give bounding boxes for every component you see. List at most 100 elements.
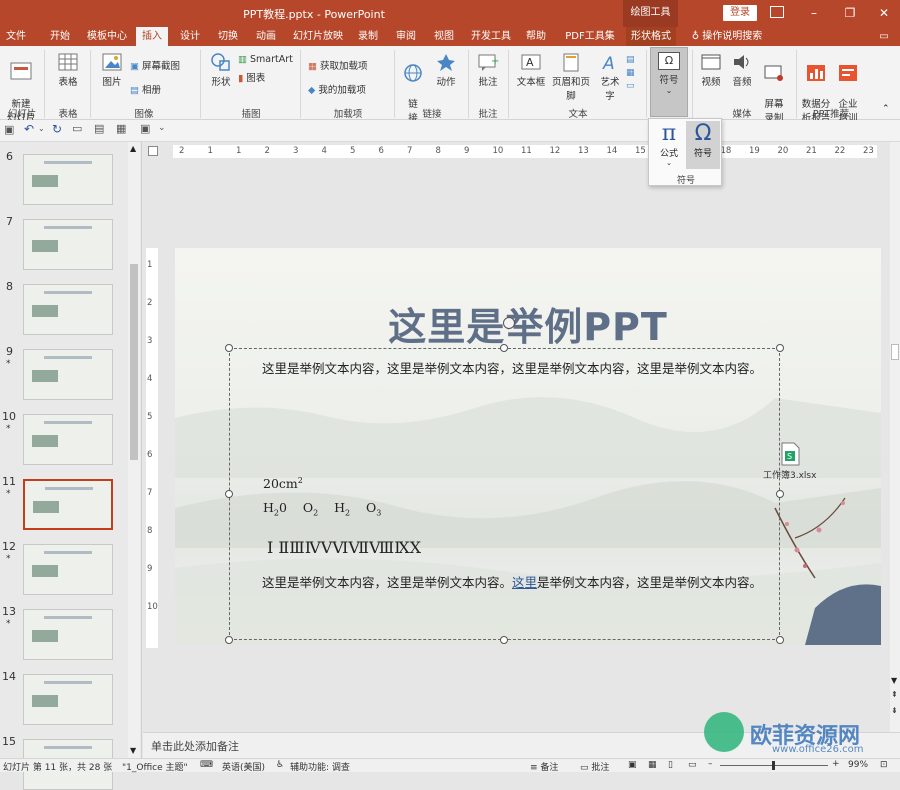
roman-numerals[interactable]: Ⅰ ⅡⅢⅣⅤⅥⅦⅧⅨⅩ xyxy=(267,538,421,557)
action-button[interactable]: 动作 xyxy=(430,52,462,88)
ribbon-display-options-icon[interactable] xyxy=(770,6,784,18)
slide-thumbnail[interactable] xyxy=(23,544,113,595)
zoom-slider-thumb[interactable] xyxy=(772,761,775,770)
login-button[interactable]: 登录 xyxy=(723,5,757,21)
body-paragraph-2[interactable]: 这里是举例文本内容，这里是举例文本内容。这里是举例文本内容，这里是举例文本内容。 xyxy=(236,571,766,595)
comments-toggle[interactable]: ▭ 批注 xyxy=(580,760,609,773)
symbol-button[interactable]: Ω 符号 xyxy=(686,121,720,169)
smartart-button[interactable]: ▥ SmartArt xyxy=(238,54,294,65)
next-slide-icon[interactable]: ⇟ xyxy=(891,706,898,715)
resize-handle[interactable] xyxy=(500,344,508,352)
resize-handle[interactable] xyxy=(776,490,784,498)
minimize-button[interactable]: – xyxy=(796,0,832,26)
zoom-in-icon[interactable]: + xyxy=(832,759,840,769)
tab-animations[interactable]: 动画 xyxy=(250,27,282,46)
text-small-icons[interactable]: ▤ ▦ ▭ xyxy=(626,54,640,94)
header-footer-button[interactable]: 页眉和页脚 xyxy=(548,52,594,102)
audio-button[interactable]: 音频 xyxy=(728,52,756,88)
tab-slideshow[interactable]: 幻灯片放映 xyxy=(290,27,346,46)
wordart-button[interactable]: A 艺术字 xyxy=(596,52,624,102)
scrollbar-thumb[interactable] xyxy=(891,344,899,360)
resize-handle[interactable] xyxy=(776,344,784,352)
slide-scrollbar[interactable]: ▼ ⇞ ⇟ xyxy=(890,142,900,732)
restore-button[interactable]: ❐ xyxy=(832,0,868,26)
tab-help[interactable]: 帮助 xyxy=(520,27,552,46)
slide-title[interactable]: 这里是举例PPT xyxy=(175,296,881,351)
comment-button[interactable]: + 批注 xyxy=(474,52,502,88)
normal-view-icon[interactable]: ▣ xyxy=(628,760,637,770)
slideshow-icon[interactable]: ▭ xyxy=(688,760,697,770)
tab-view[interactable]: 视图 xyxy=(428,27,460,46)
tab-record[interactable]: 录制 xyxy=(352,27,384,46)
hyperlink[interactable]: 这里 xyxy=(512,575,537,590)
zoom-out-icon[interactable]: – xyxy=(708,759,713,769)
my-addins-button[interactable]: ◆ 我的加载项 xyxy=(308,82,388,96)
repeat-icon[interactable]: ↻ xyxy=(52,122,62,136)
resize-handle[interactable] xyxy=(776,636,784,644)
table-button[interactable]: 表格 xyxy=(52,52,84,88)
tab-review[interactable]: 审阅 xyxy=(390,27,422,46)
collapse-ribbon-icon[interactable]: ⌃ xyxy=(882,104,890,114)
tab-selector-icon[interactable] xyxy=(148,146,158,156)
slide-thumbnail[interactable] xyxy=(23,674,113,725)
thumbnail-scrollbar[interactable]: ▲ ▼ xyxy=(128,142,140,758)
resize-handle[interactable] xyxy=(500,636,508,644)
accessibility-icon[interactable]: ♿ xyxy=(276,760,284,770)
reading-view-icon[interactable]: ▯ xyxy=(668,760,673,770)
rotate-handle-icon[interactable] xyxy=(503,317,515,329)
tab-transitions[interactable]: 切换 xyxy=(212,27,244,46)
slide-thumbnail[interactable] xyxy=(23,349,113,400)
tab-home[interactable]: 开始 xyxy=(44,27,76,46)
picture-button[interactable]: 图片 xyxy=(96,52,128,88)
zoom-level[interactable]: 99% xyxy=(848,760,868,770)
presenter-icon[interactable]: ▭ xyxy=(72,122,82,135)
notes-toggle[interactable]: ≡ 备注 xyxy=(530,760,558,773)
chart-button[interactable]: ▮ 图表 xyxy=(238,70,294,84)
slide-thumbnail[interactable] xyxy=(23,284,113,335)
previous-slide-icon[interactable]: ⇞ xyxy=(891,690,898,699)
close-button[interactable]: ✕ xyxy=(866,0,900,26)
tab-pdf-tools[interactable]: PDF工具集 xyxy=(562,27,618,46)
undo-icon[interactable]: ↶ xyxy=(24,122,34,136)
tab-developer[interactable]: 开发工具 xyxy=(468,27,514,46)
tab-shape-format[interactable]: 形状格式 xyxy=(626,27,676,46)
scroll-up-icon[interactable]: ▲ xyxy=(130,144,136,153)
tab-design[interactable]: 设计 xyxy=(174,27,206,46)
fit-slide-icon[interactable]: ⊡ xyxy=(880,760,888,770)
shapes-button[interactable]: 形状 xyxy=(206,52,236,88)
resize-handle[interactable] xyxy=(225,344,233,352)
slide-thumbnail[interactable] xyxy=(23,609,113,660)
tell-me-search[interactable]: ♁ 操作说明搜索 xyxy=(686,27,768,46)
get-addins-button[interactable]: ▦ 获取加载项 xyxy=(308,58,388,72)
slide-thumbnail[interactable] xyxy=(23,479,113,530)
slide-thumbnail[interactable] xyxy=(23,414,113,465)
resize-handle[interactable] xyxy=(225,636,233,644)
chemical-formulas[interactable]: H20 O2 H2 O3 xyxy=(263,500,381,518)
symbols-button[interactable]: Ω 符号 ⌄ xyxy=(650,47,688,117)
body-paragraph-1[interactable]: 这里是举例文本内容，这里是举例文本内容，这里是举例文本内容，这里是举例文本内容。 xyxy=(236,357,766,381)
start-slideshow-icon[interactable]: ▦ xyxy=(116,122,126,135)
area-formula[interactable]: 20cm2 xyxy=(263,476,303,491)
equation-button[interactable]: π 公式 ⌄ xyxy=(652,121,686,169)
slide-view-icon[interactable]: ▤ xyxy=(94,122,104,135)
slide-thumbnail[interactable] xyxy=(23,219,113,270)
customize-qat-icon[interactable]: ⌄ xyxy=(158,123,166,133)
scroll-down-icon[interactable]: ▼ xyxy=(130,746,136,755)
video-button[interactable]: 视频 xyxy=(696,52,726,88)
slide-thumbnail[interactable] xyxy=(23,154,113,205)
language-status[interactable]: 英语(美国) xyxy=(222,760,265,773)
screenshot-button[interactable]: ▣ 屏幕截图 xyxy=(130,58,192,72)
slide-sorter-icon[interactable]: ▦ xyxy=(648,760,657,770)
resize-handle[interactable] xyxy=(225,490,233,498)
selected-textbox[interactable] xyxy=(229,348,780,640)
comments-pane-icon[interactable]: ▭ xyxy=(874,27,894,46)
scroll-down-icon[interactable]: ▼ xyxy=(891,676,897,685)
excel-file-icon[interactable]: S xyxy=(779,442,801,466)
accessibility-status[interactable]: 辅助功能: 调查 xyxy=(290,760,350,773)
language-icon[interactable]: ⌨ xyxy=(200,760,213,770)
textbox-button[interactable]: A 文本框 xyxy=(514,52,548,88)
album-button[interactable]: ▤ 相册 xyxy=(130,82,180,96)
tab-insert[interactable]: 插入 xyxy=(136,27,168,46)
touch-mode-icon[interactable]: ▣ xyxy=(140,122,150,135)
undo-dropdown-icon[interactable]: ⌄ xyxy=(38,124,45,133)
